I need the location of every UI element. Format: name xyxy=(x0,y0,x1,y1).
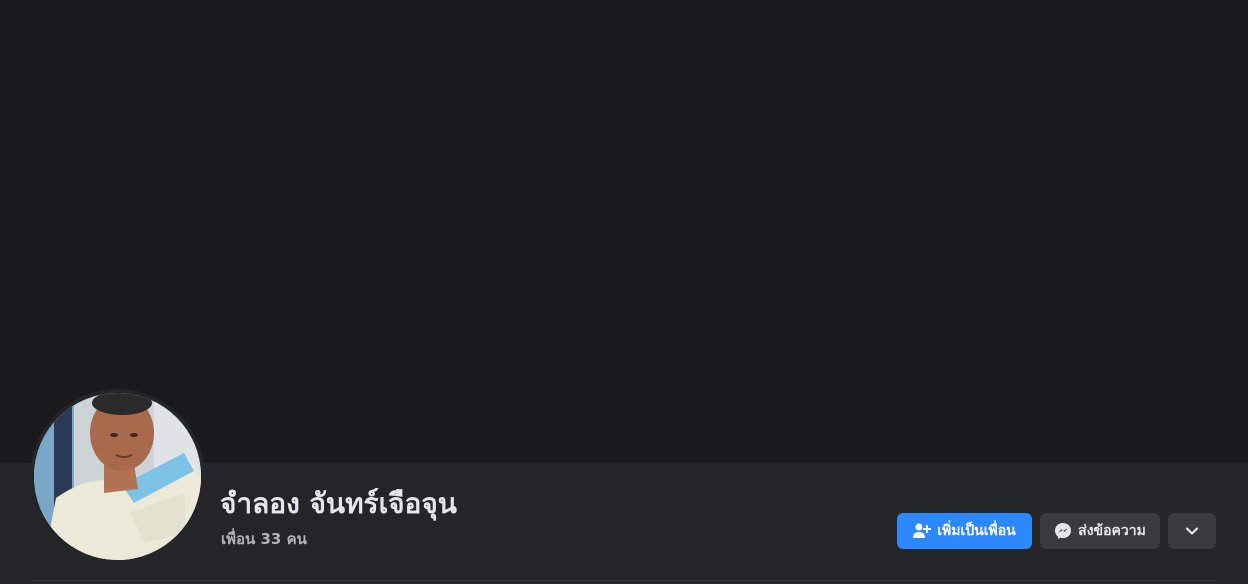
message-label: ส่งข้อความ xyxy=(1078,523,1146,539)
divider xyxy=(32,580,1216,581)
friends-count[interactable]: เพื่อน 33 คน xyxy=(221,528,307,550)
chevron-down-icon xyxy=(1185,526,1199,536)
add-friend-button[interactable]: เพิ่มเป็นเพื่อน xyxy=(897,513,1032,549)
add-friend-label: เพิ่มเป็นเพื่อน xyxy=(937,523,1016,539)
profile-page: จำลอง จันทร์เจือจุน เพื่อน 33 คน เพิ่มเป… xyxy=(0,0,1248,584)
messenger-icon xyxy=(1054,522,1072,540)
avatar-photo xyxy=(34,393,201,560)
profile-name: จำลอง จันทร์เจือจุน xyxy=(220,487,457,520)
more-options-button[interactable] xyxy=(1168,513,1216,549)
cover-photo[interactable] xyxy=(0,0,1248,463)
avatar[interactable] xyxy=(34,393,201,560)
message-button[interactable]: ส่งข้อความ xyxy=(1040,513,1160,549)
add-friend-icon xyxy=(913,523,932,539)
